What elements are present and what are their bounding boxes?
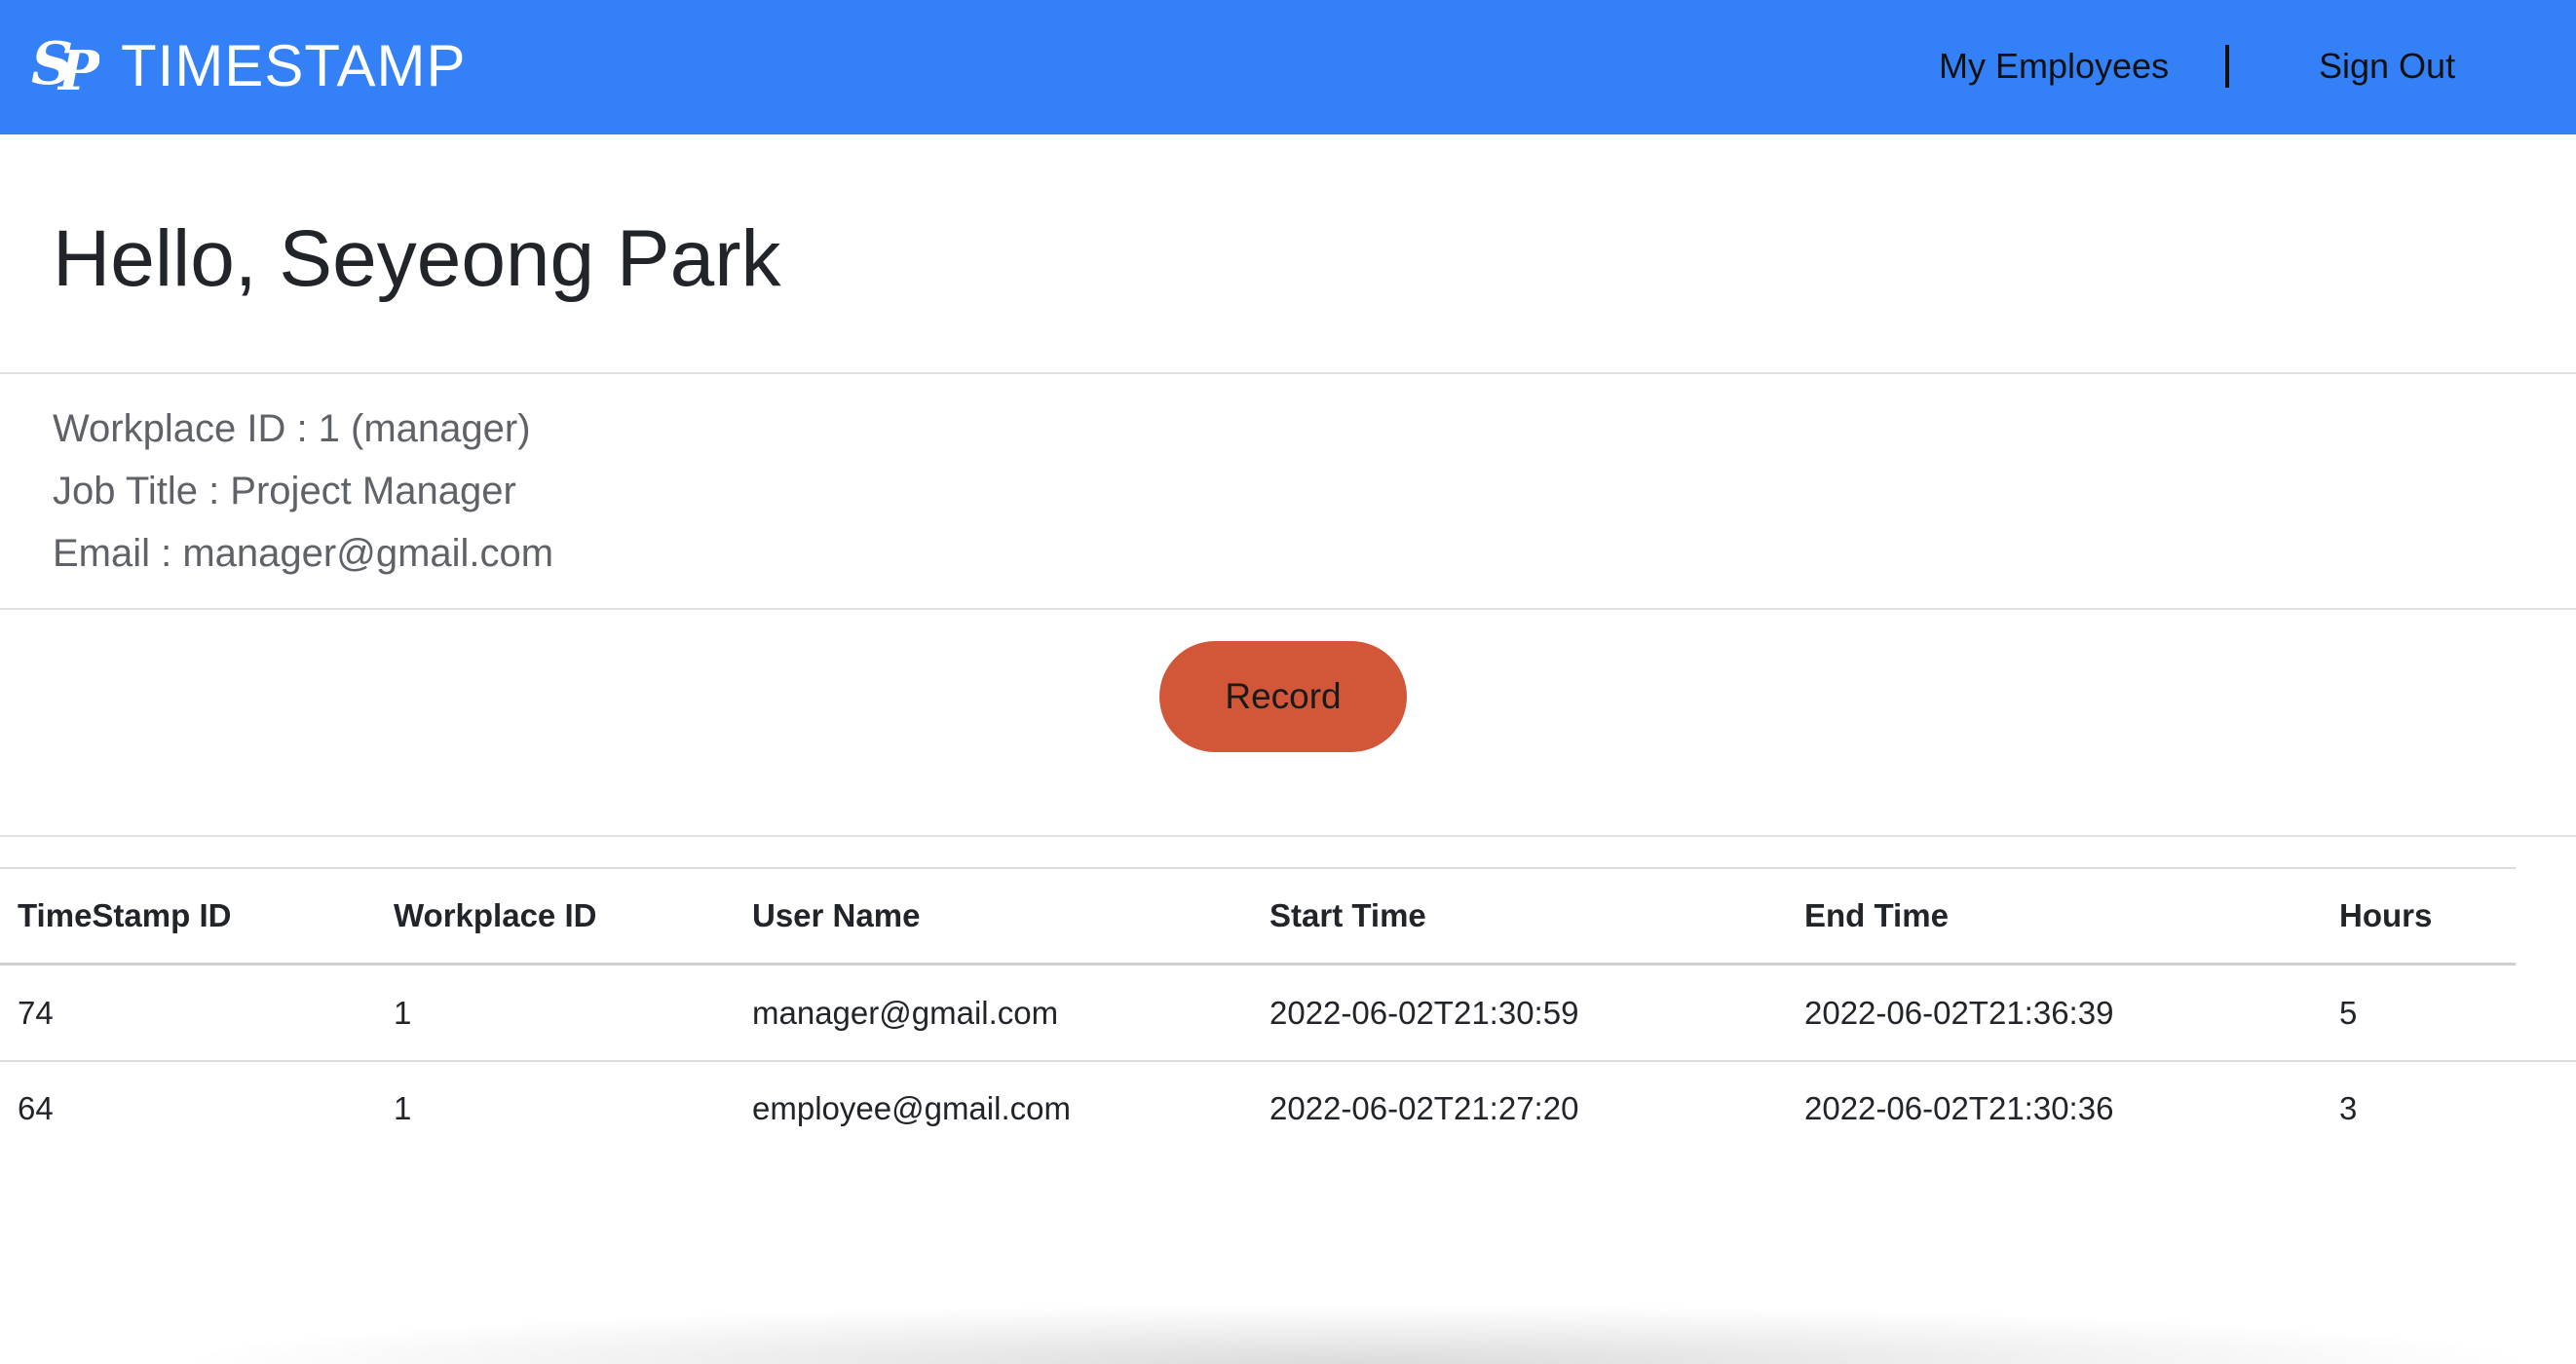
cell-end-time: 2022-06-02T21:36:39 xyxy=(1804,995,2114,1031)
cell-hours: 3 xyxy=(2339,1090,2358,1126)
table-row-border xyxy=(0,1060,2576,1062)
email-text: Email : manager@gmail.com xyxy=(53,532,554,575)
table-header-border xyxy=(0,963,2516,966)
cell-hours: 5 xyxy=(2339,995,2358,1031)
divider-actions-bottom xyxy=(0,835,2576,837)
svg-text:P: P xyxy=(57,39,99,99)
job-title-text: Job Title : Project Manager xyxy=(53,470,516,512)
record-button[interactable]: Record xyxy=(1159,641,1407,752)
table-top-border xyxy=(0,867,2516,869)
column-header-timestamp-id[interactable]: TimeStamp ID xyxy=(18,894,231,937)
cell-user-name: manager@gmail.com xyxy=(752,995,1059,1031)
greeting-heading: Hello, Seyeong Park xyxy=(53,214,781,303)
sp-logo-icon[interactable]: S P xyxy=(29,29,99,99)
nav-my-employees-link[interactable]: My Employees xyxy=(1939,41,2169,92)
cell-timestamp-id: 74 xyxy=(18,995,54,1031)
nav-divider xyxy=(2225,45,2229,88)
workplace-id-text: Workplace ID : 1 (manager) xyxy=(53,407,531,450)
cell-end-time: 2022-06-02T21:30:36 xyxy=(1804,1090,2114,1126)
cell-timestamp-id: 64 xyxy=(18,1090,54,1126)
brand-name[interactable]: TIMESTAMP xyxy=(121,31,467,101)
column-header-hours[interactable]: Hours xyxy=(2339,894,2432,937)
column-header-user-name[interactable]: User Name xyxy=(752,894,920,937)
cell-workplace-id: 1 xyxy=(394,1090,412,1126)
column-header-end-time[interactable]: End Time xyxy=(1804,894,1949,937)
nav-sign-out-link[interactable]: Sign Out xyxy=(2319,41,2455,92)
column-header-start-time[interactable]: Start Time xyxy=(1269,894,1426,937)
cell-user-name: employee@gmail.com xyxy=(752,1090,1071,1126)
cell-start-time: 2022-06-02T21:30:59 xyxy=(1269,995,1579,1031)
cell-workplace-id: 1 xyxy=(394,995,412,1031)
divider-profile-bottom xyxy=(0,608,2576,610)
column-header-workplace-id[interactable]: Workplace ID xyxy=(394,894,596,937)
cell-start-time: 2022-06-02T21:27:20 xyxy=(1269,1090,1579,1126)
divider-profile-top xyxy=(0,372,2576,374)
card-bottom-shadow xyxy=(195,1306,2514,1364)
top-navbar: S P TIMESTAMP My Employees Sign Out xyxy=(0,0,2576,134)
